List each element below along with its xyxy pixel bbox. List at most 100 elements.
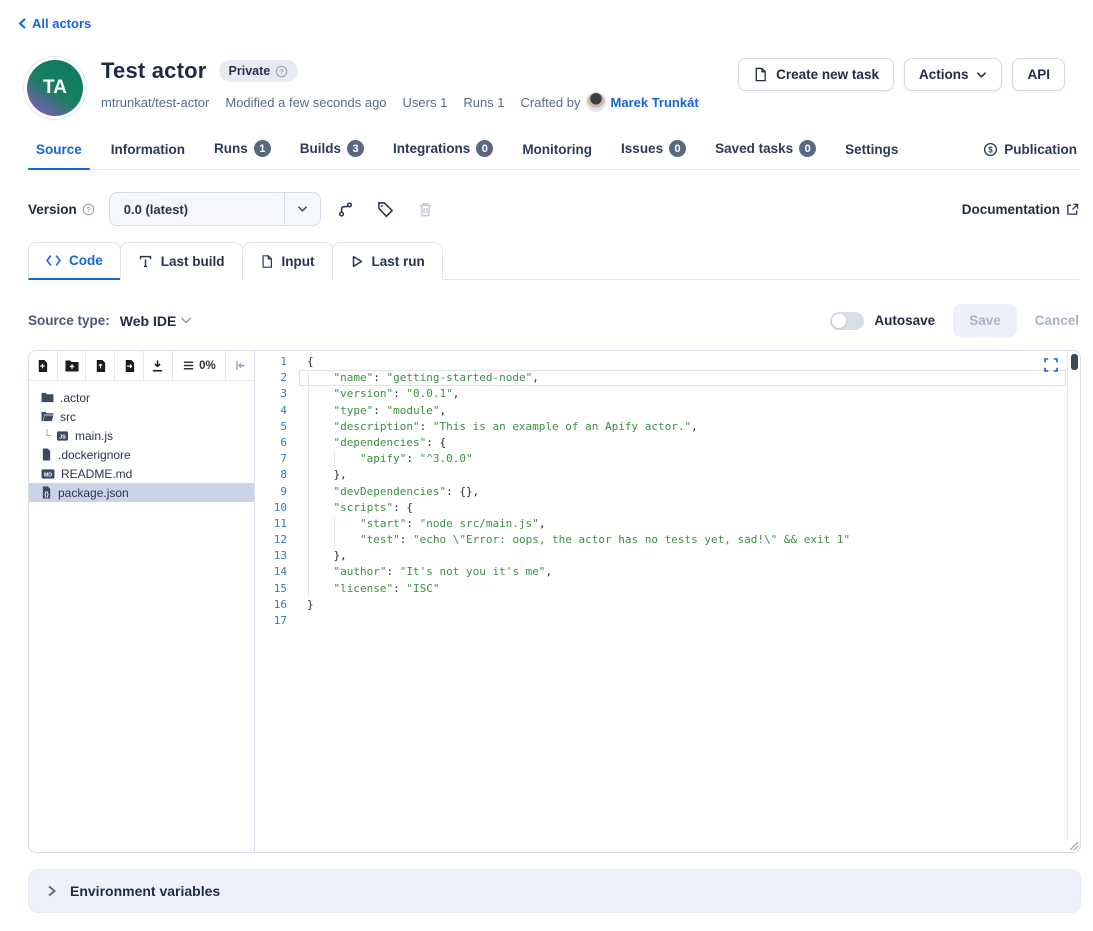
tab-integrations[interactable]: Integrations0 (385, 136, 501, 169)
main-tabs: Source Information Runs1 Builds3 Integration… (28, 136, 1079, 170)
code-line[interactable]: "version": "0.0.1", (299, 386, 1066, 402)
code-line[interactable]: { (299, 354, 1066, 370)
fullscreen-icon[interactable] (1044, 358, 1058, 372)
version-row: Version ? 0.0 (latest) Documentation (28, 192, 1079, 226)
code-editor[interactable]: 1234567891011121314151617 { "name": "get… (255, 351, 1080, 852)
delete-version-button[interactable] (411, 194, 441, 224)
folder-plus-button[interactable] (58, 351, 87, 380)
tab-label: Integrations (393, 141, 470, 156)
file-row-main-js[interactable]: └JSmain.js (29, 426, 254, 445)
code-line[interactable]: "start": "node src/main.js", (299, 516, 1066, 532)
svg-text:{}: {} (44, 492, 49, 498)
file-panel: 0% .actorsrc└JSmain.js.dockerignore MD REA… (29, 351, 255, 852)
author-link[interactable]: Marek Trunkát (611, 95, 699, 110)
create-new-task-button[interactable]: Create new task (738, 58, 894, 91)
actions-button[interactable]: Actions (904, 58, 1003, 91)
code-line[interactable]: }, (299, 467, 1066, 483)
file-row-actor[interactable]: .actor (29, 388, 254, 407)
api-button[interactable]: API (1012, 58, 1065, 91)
tab-settings[interactable]: Settings (837, 138, 906, 169)
version-label: Version (28, 202, 77, 217)
line-number: 4 (255, 403, 299, 419)
code-line[interactable]: "devDependencies": {}, (299, 484, 1066, 500)
line-number: 8 (255, 467, 299, 483)
help-icon[interactable]: ? (82, 203, 95, 216)
tab-monitoring[interactable]: Monitoring (514, 138, 600, 169)
cancel-button[interactable]: Cancel (1035, 313, 1079, 328)
file-row-dockerignore[interactable]: .dockerignore (29, 445, 254, 464)
tab-runs[interactable]: Runs1 (206, 136, 279, 169)
md-file-icon: MD (41, 468, 55, 480)
tab-information[interactable]: Information (103, 138, 193, 169)
code-line[interactable]: "apify": "^3.0.0" (299, 451, 1066, 467)
file-toolbar: 0% (29, 351, 254, 381)
tab-saved-tasks[interactable]: Saved tasks0 (707, 136, 824, 169)
new-task-file-icon (753, 67, 768, 82)
code-line[interactable]: "test": "echo \"Error: oops, the actor h… (299, 532, 1066, 548)
code-line[interactable]: "author": "It's not you it's me", (299, 564, 1066, 580)
vertical-scrollbar[interactable] (1067, 351, 1080, 840)
tab-builds[interactable]: Builds3 (292, 136, 372, 169)
hammer-icon (138, 254, 153, 269)
help-icon[interactable]: ? (275, 65, 288, 78)
line-number: 7 (255, 451, 299, 467)
code-line[interactable]: "license": "ISC" (299, 581, 1066, 597)
tab-source[interactable]: Source (28, 138, 90, 169)
file-export-button[interactable] (115, 351, 144, 380)
code-line[interactable]: "type": "module", (299, 403, 1066, 419)
chevron-right-icon (46, 884, 57, 898)
tab-label: Runs (214, 141, 248, 156)
svg-text:MD: MD (44, 472, 52, 478)
tab-label: Monitoring (522, 142, 592, 157)
code-line[interactable]: }, (299, 548, 1066, 564)
file-upload-button[interactable] (86, 351, 115, 380)
git-branch-button[interactable] (331, 194, 361, 224)
line-number: 6 (255, 435, 299, 451)
code-line[interactable]: "name": "getting-started-node", (299, 370, 1066, 386)
svg-text:JS: JS (59, 434, 66, 440)
code-line[interactable]: "description": "This is an example of an… (299, 419, 1066, 435)
line-number: 17 (255, 613, 299, 629)
code-line[interactable]: "scripts": { (299, 500, 1066, 516)
download-button[interactable] (144, 351, 173, 380)
collapse-panel-button[interactable] (226, 351, 254, 380)
environment-variables-panel[interactable]: Environment variables (28, 869, 1081, 913)
file-name: README.md (61, 467, 132, 481)
tab-issues[interactable]: Issues0 (613, 136, 694, 169)
scrollbar-thumb[interactable] (1071, 354, 1078, 370)
indent-guide (334, 516, 335, 548)
source-type-label: Source type: (28, 313, 110, 328)
file-row-src[interactable]: src (29, 407, 254, 426)
save-button[interactable]: Save (953, 304, 1017, 337)
subtab-last-run[interactable]: Last run (332, 242, 443, 280)
chevron-left-icon (18, 18, 27, 29)
subtab-last-build[interactable]: Last build (120, 242, 243, 280)
line-number-gutter: 1234567891011121314151617 (255, 354, 299, 629)
code-icon (46, 254, 61, 267)
autosave-toggle[interactable] (830, 312, 864, 330)
file-row-README-md[interactable]: MD README.md (29, 464, 254, 483)
tab-publication[interactable]: $ Publication (981, 138, 1079, 169)
code-line[interactable] (299, 613, 1066, 629)
file-plus-button[interactable] (29, 351, 58, 380)
publication-monetize-icon: $ (983, 142, 998, 157)
subtab-input[interactable]: Input (242, 242, 333, 280)
web-ide: 0% .actorsrc└JSmain.js.dockerignore MD REA… (28, 350, 1081, 853)
code-line[interactable]: "dependencies": { (299, 435, 1066, 451)
code-line[interactable]: } (299, 597, 1066, 613)
tag-button[interactable] (371, 194, 401, 224)
external-link-icon (1066, 203, 1079, 216)
env-panel-title: Environment variables (70, 883, 220, 899)
file-row-package-json[interactable]: {}package.json (29, 483, 254, 502)
breadcrumb-all-actors[interactable]: All actors (18, 16, 91, 31)
code-area[interactable]: { "name": "getting-started-node", "versi… (299, 354, 1066, 629)
private-badge: Private ? (219, 60, 299, 82)
source-type-select[interactable]: Web IDE (120, 313, 193, 329)
subtab-label: Code (69, 253, 103, 268)
subtab-label: Input (282, 254, 315, 269)
version-select[interactable]: 0.0 (latest) (109, 192, 321, 226)
subtab-code[interactable]: Code (28, 242, 121, 280)
documentation-link[interactable]: Documentation (962, 202, 1079, 217)
usage-indicator[interactable]: 0% (173, 351, 227, 380)
resize-handle-icon[interactable] (1066, 838, 1079, 851)
